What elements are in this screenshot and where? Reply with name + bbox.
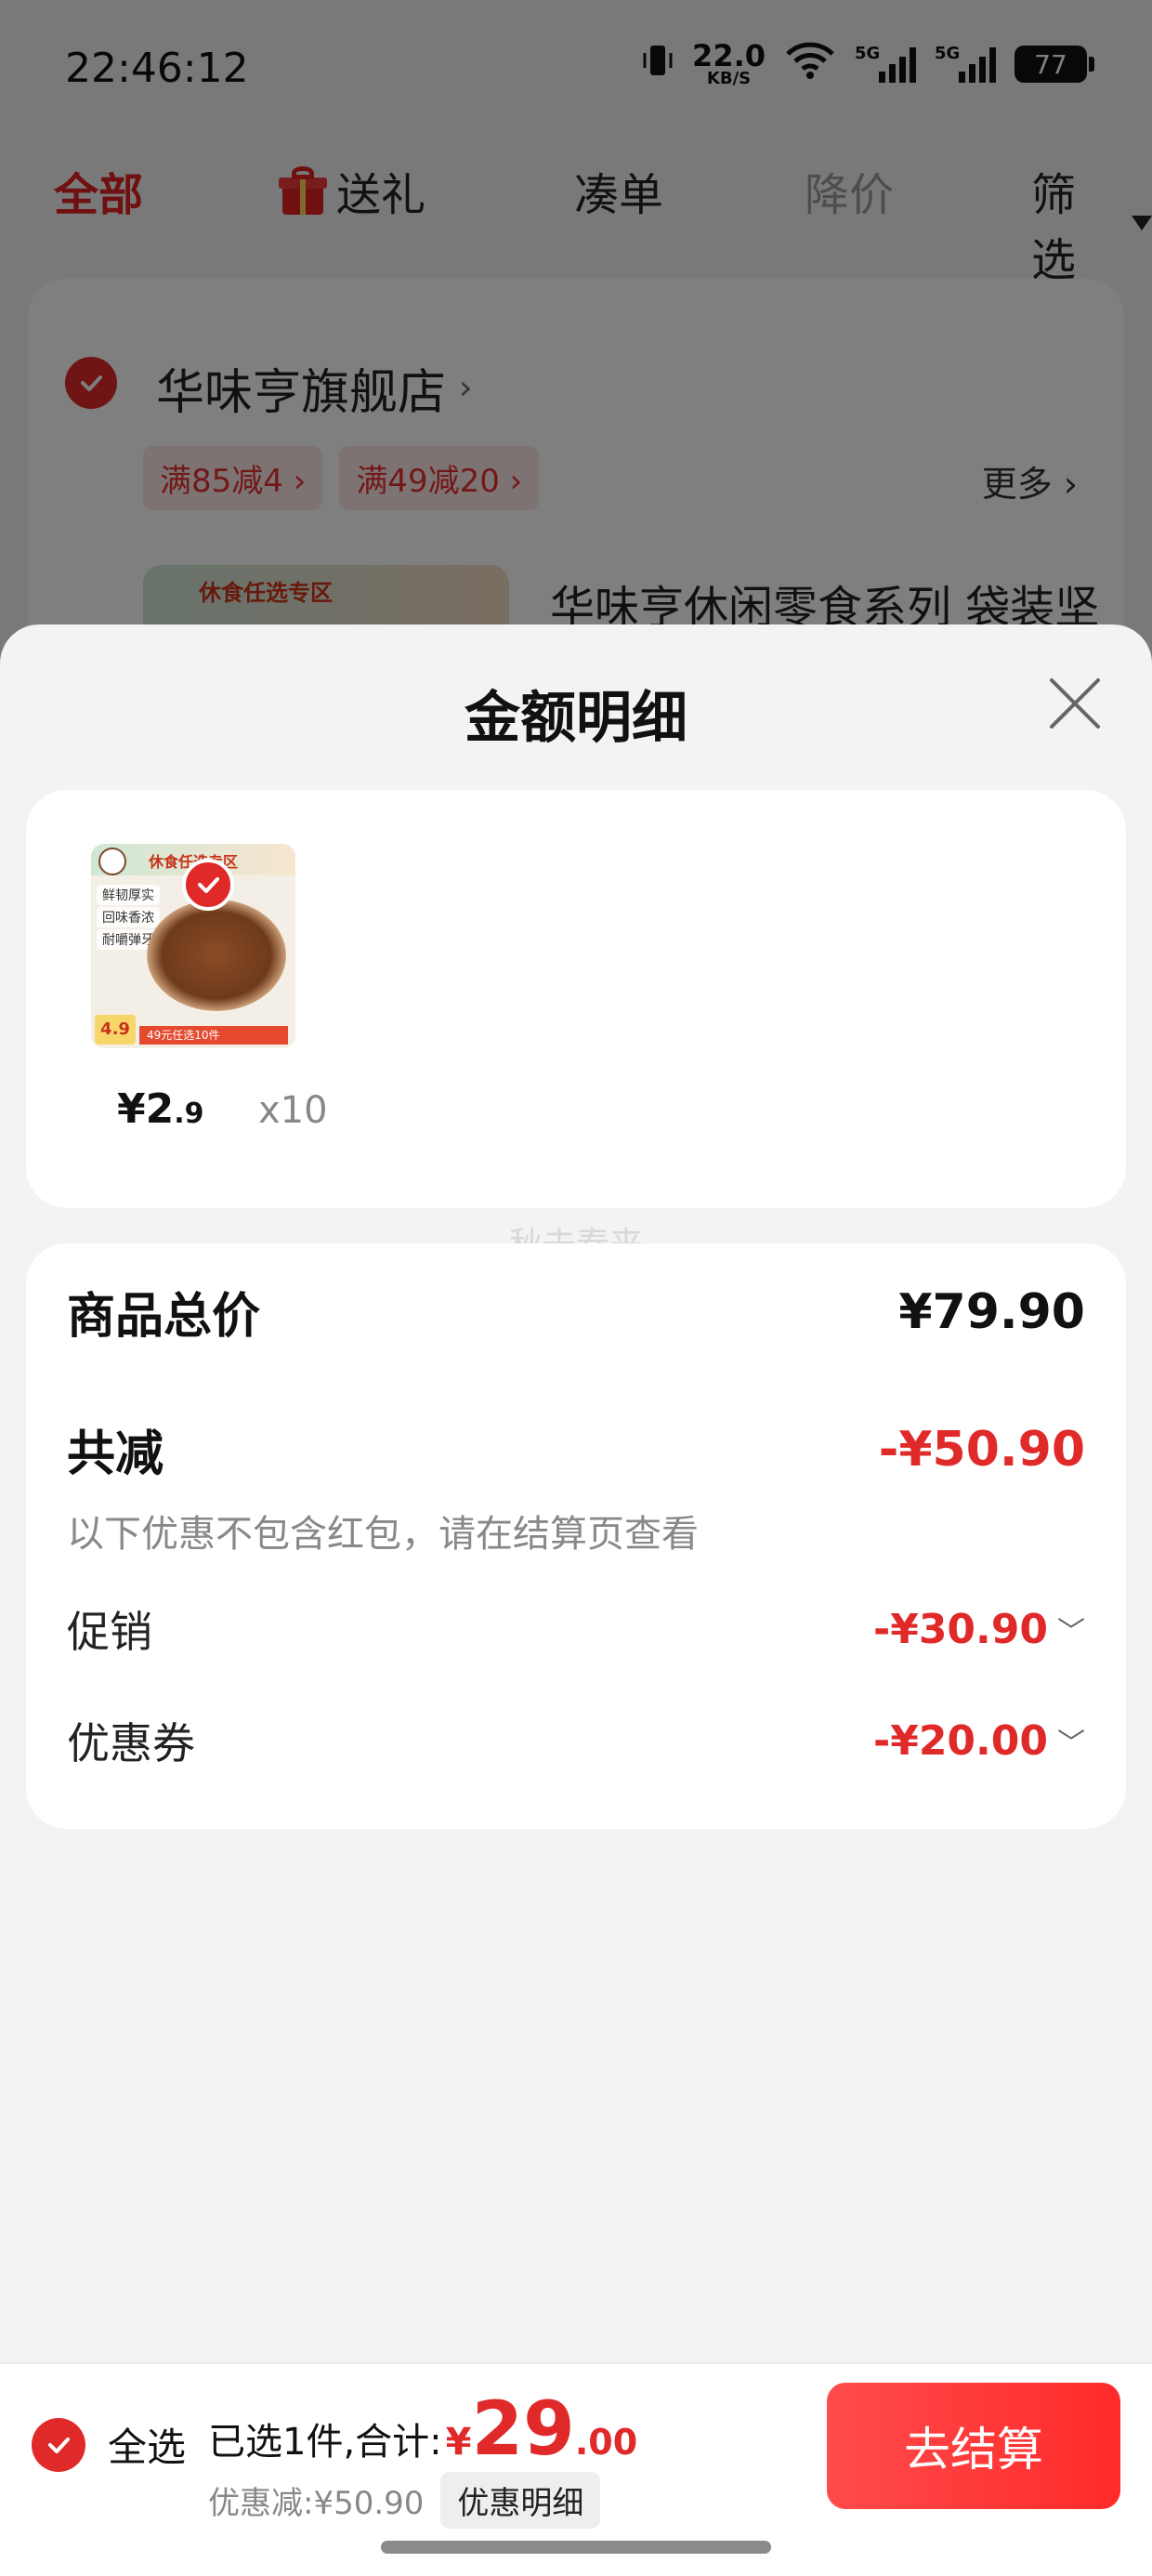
coupon-row[interactable]: 优惠券 -¥20.00 ﹀ <box>67 1710 1085 1771</box>
total-reduction-label: 共减 <box>67 1426 164 1482</box>
item-image-price: 4.9 <box>95 1015 136 1045</box>
discount-line: 优惠减:¥50.90 优惠明细 <box>208 2472 637 2529</box>
coupon-value-group: -¥20.00 ﹀ <box>873 1717 1085 1765</box>
total-amount: 29 <box>471 2385 575 2472</box>
total-price-row: 商品总价 ¥79.90 <box>67 1277 1085 1347</box>
total-price-value: ¥79.90 <box>898 1283 1085 1340</box>
select-all-toggle[interactable]: 全选 <box>32 2416 186 2473</box>
checkmark-icon <box>32 2417 85 2472</box>
promotion-label: 促销 <box>67 1607 152 1657</box>
promotion-row[interactable]: 促销 -¥30.90 ﹀ <box>67 1598 1085 1660</box>
discount-detail-button[interactable]: 优惠明细 <box>440 2472 601 2529</box>
total-reduction-value: -¥50.90 <box>878 1421 1085 1478</box>
order-summary: 已选1件,合计: ¥ 29 .00 优惠减:¥50.90 优惠明细 <box>208 2392 637 2529</box>
item-checkbox[interactable] <box>182 859 234 911</box>
coupon-label: 优惠券 <box>67 1718 195 1768</box>
brand-logo <box>98 848 126 875</box>
home-indicator[interactable] <box>381 2541 771 2554</box>
select-all-label: 全选 <box>108 2425 187 2470</box>
item-quantity: x10 <box>258 1089 328 1132</box>
promotion-value: -¥30.90 <box>872 1605 1048 1653</box>
total-currency: ¥ <box>445 2421 472 2464</box>
item-image-promo: 49元任选10件 <box>139 1026 288 1045</box>
amount-detail-sheet: 金额明细 休食任选专区 鲜韧厚实 回味香浓 耐嚼弹牙 4.9 49元任选10件 … <box>0 624 1152 2576</box>
close-icon <box>1050 678 1100 729</box>
coupon-value: -¥20.00 <box>872 1716 1048 1765</box>
checkmark-icon <box>182 859 234 911</box>
chevron-down-icon: ﹀ <box>1057 1616 1085 1649</box>
items-card: 休食任选专区 鲜韧厚实 回味香浓 耐嚼弹牙 4.9 49元任选10件 ¥2.9 … <box>26 790 1126 1208</box>
checkout-bar: 全选 已选1件,合计: ¥ 29 .00 优惠减:¥50.90 优惠明细 去结算 <box>0 2362 1152 2576</box>
promotion-value-group: -¥30.90 ﹀ <box>873 1606 1085 1653</box>
item-image-feature: 回味香浓 <box>97 907 160 927</box>
checkout-button[interactable]: 去结算 <box>827 2383 1120 2509</box>
total-price-label: 商品总价 <box>67 1289 261 1345</box>
total-line: 已选1件,合计: ¥ 29 .00 <box>208 2392 637 2466</box>
background-page: 22:46:12 22.0 KB/S 5G 5G 77 全部 <box>0 0 1152 677</box>
selected-count-text: 已选1件,合计: <box>208 2421 442 2464</box>
chevron-down-icon: ﹀ <box>1057 1728 1085 1760</box>
dried-meat-image <box>147 900 286 1011</box>
item-image-feature: 鲜韧厚实 <box>97 885 160 905</box>
reduction-note: 以下优惠不包含红包，请在结算页查看 <box>67 1513 699 1556</box>
close-button[interactable] <box>1046 675 1104 732</box>
price-detail-card: 商品总价 ¥79.90 共减 -¥50.90 以下优惠不包含红包，请在结算页查看… <box>26 1243 1126 1829</box>
sheet-title: 金额明细 <box>465 686 687 751</box>
total-reduction-row: 共减 -¥50.90 <box>67 1414 1085 1484</box>
total-amount-decimal: .00 <box>574 2422 638 2463</box>
item-price: ¥2.9 <box>117 1085 204 1133</box>
dim-overlay[interactable] <box>0 0 1152 651</box>
discount-text: 优惠减:¥50.90 <box>208 2485 425 2522</box>
